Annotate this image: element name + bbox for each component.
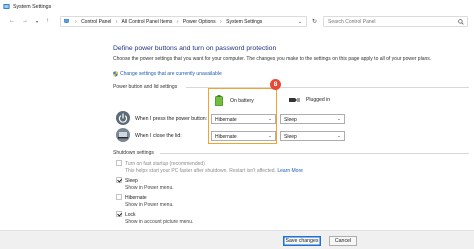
main-content: Define power buttons and turn on passwor…	[0, 28, 474, 230]
sleep-description: Show in Power menu.	[125, 185, 174, 191]
change-settings-link[interactable]: Change settings that are currently unava…	[113, 71, 222, 77]
plugged-in-label: Plugged in	[306, 97, 331, 103]
up-arrow-icon[interactable]: ↑	[46, 18, 49, 24]
lid-plugged-value: Sleep	[284, 133, 297, 140]
page-title: Define power buttons and turn on passwor…	[113, 45, 277, 52]
chevron-down-icon: ⌄	[337, 133, 341, 138]
back-arrow-icon[interactable]: ←	[9, 18, 15, 24]
lid-row-label: When I close the lid:	[135, 133, 182, 139]
lid-close-icon	[116, 128, 130, 142]
sleep-checkbox[interactable]	[116, 177, 122, 183]
power-button-row-label: When I press the power button:	[135, 116, 208, 122]
refresh-icon[interactable]: ↻	[312, 18, 317, 25]
cancel-button[interactable]: Cancel	[329, 235, 357, 246]
search-input[interactable]	[328, 18, 453, 25]
breadcrumb-all-items[interactable]: All Control Panel Items	[122, 19, 173, 25]
uac-shield-icon	[113, 71, 118, 77]
step-badge: 8	[270, 79, 281, 90]
breadcrumb: › Control Panel › All Control Panel Item…	[72, 19, 262, 25]
lock-description: Show in account picture menu.	[125, 219, 194, 225]
recent-locations-icon[interactable]: ▾	[36, 19, 38, 25]
hibernate-label: Hibernate	[125, 194, 147, 201]
window-title: System Settings	[13, 3, 52, 10]
chevron-right-icon: ›	[176, 19, 179, 25]
title-bar: System Settings	[0, 0, 474, 13]
page-description: Choose the power settings that you want …	[113, 56, 432, 62]
hibernate-checkbox[interactable]	[116, 194, 122, 200]
fast-startup-label: Turn on fast startup (recommended)	[125, 160, 205, 167]
power-button-plugged-select[interactable]: Sleep ⌄	[280, 114, 345, 124]
power-button-icon	[116, 111, 130, 125]
group-divider	[160, 153, 469, 154]
highlight-box	[208, 88, 277, 144]
learn-more-link[interactable]: Learn More	[277, 168, 303, 174]
fast-startup-checkbox[interactable]	[116, 160, 122, 166]
power-options-icon	[3, 4, 10, 9]
breadcrumb-power-options[interactable]: Power Options	[183, 19, 216, 25]
address-row: ← → ▾ ↑ › Control Panel › All Control Pa…	[0, 14, 474, 28]
save-changes-button[interactable]: Save changes	[283, 235, 321, 246]
power-group-label: Power button and lid settings	[113, 84, 178, 90]
search-box[interactable]	[323, 15, 468, 27]
fast-startup-description: This helps start your PC faster after sh…	[125, 168, 303, 174]
chevron-down-icon: ⌄	[337, 116, 341, 121]
breadcrumb-control-panel[interactable]: Control Panel	[81, 19, 111, 25]
control-panel-icon	[64, 19, 69, 23]
search-icon[interactable]	[458, 18, 464, 25]
plugged-in-header: Plugged in	[288, 96, 330, 104]
address-dropdown-icon[interactable]: ⌄	[298, 19, 302, 25]
footer-bar: Save changes Cancel	[0, 230, 474, 249]
plug-icon	[289, 98, 300, 102]
lock-label: Lock	[125, 211, 136, 218]
address-bar[interactable]: › Control Panel › All Control Panel Item…	[60, 15, 307, 27]
chevron-right-icon: ›	[75, 19, 77, 25]
fast-startup-description-text: This helps start your PC faster after sh…	[125, 168, 276, 174]
chevron-right-icon: ›	[220, 19, 222, 25]
power-button-plugged-value: Sleep	[284, 116, 297, 123]
sleep-label: Sleep	[125, 177, 138, 184]
hibernate-description: Show in Power menu.	[125, 202, 174, 208]
shutdown-group-label: Shutdown settings	[113, 150, 154, 156]
lock-checkbox[interactable]	[116, 211, 122, 217]
breadcrumb-system-settings[interactable]: System Settings	[226, 19, 262, 25]
change-settings-link-text[interactable]: Change settings that are currently unava…	[120, 71, 222, 77]
lid-plugged-select[interactable]: Sleep ⌄	[280, 131, 345, 141]
chevron-right-icon: ›	[115, 19, 118, 25]
forward-arrow-icon[interactable]: →	[22, 18, 28, 24]
